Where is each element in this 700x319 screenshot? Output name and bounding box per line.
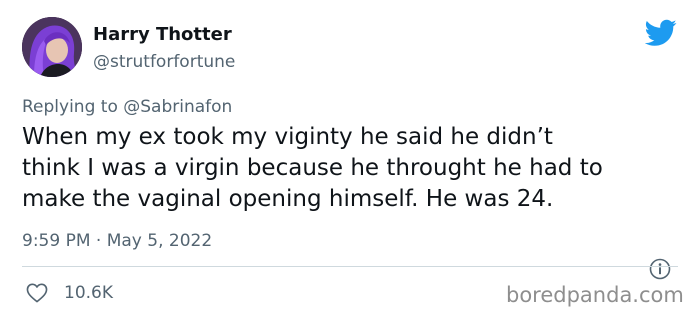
avatar-image — [22, 17, 82, 77]
divider — [22, 266, 678, 267]
heart-icon — [26, 283, 48, 303]
display-name[interactable]: Harry Thotter — [93, 24, 232, 46]
reply-mention-link[interactable]: @Sabrinafon — [123, 97, 232, 117]
reply-context: Replying to @Sabrinafon — [22, 96, 232, 118]
info-icon[interactable] — [649, 258, 671, 280]
watermark: boredpanda.com — [506, 283, 684, 307]
like-count: 10.6K — [64, 283, 113, 303]
tweet-text-line: think I was a virgin because he throught… — [22, 155, 603, 181]
user-handle[interactable]: @strutforfortune — [93, 51, 235, 73]
avatar[interactable] — [22, 17, 82, 77]
reply-prefix: Replying to — [22, 97, 118, 117]
tweet-text-line: When my ex took my viginty he said he di… — [22, 124, 553, 150]
like-button[interactable]: 10.6K — [26, 282, 113, 304]
tweet-timestamp[interactable]: 9:59 PM · May 5, 2022 — [22, 230, 212, 252]
tweet-text-line: make the vaginal opening himself. He was… — [22, 186, 554, 212]
twitter-bird-icon[interactable] — [645, 19, 677, 47]
tweet-text: When my ex took my viginty he said he di… — [22, 122, 682, 215]
